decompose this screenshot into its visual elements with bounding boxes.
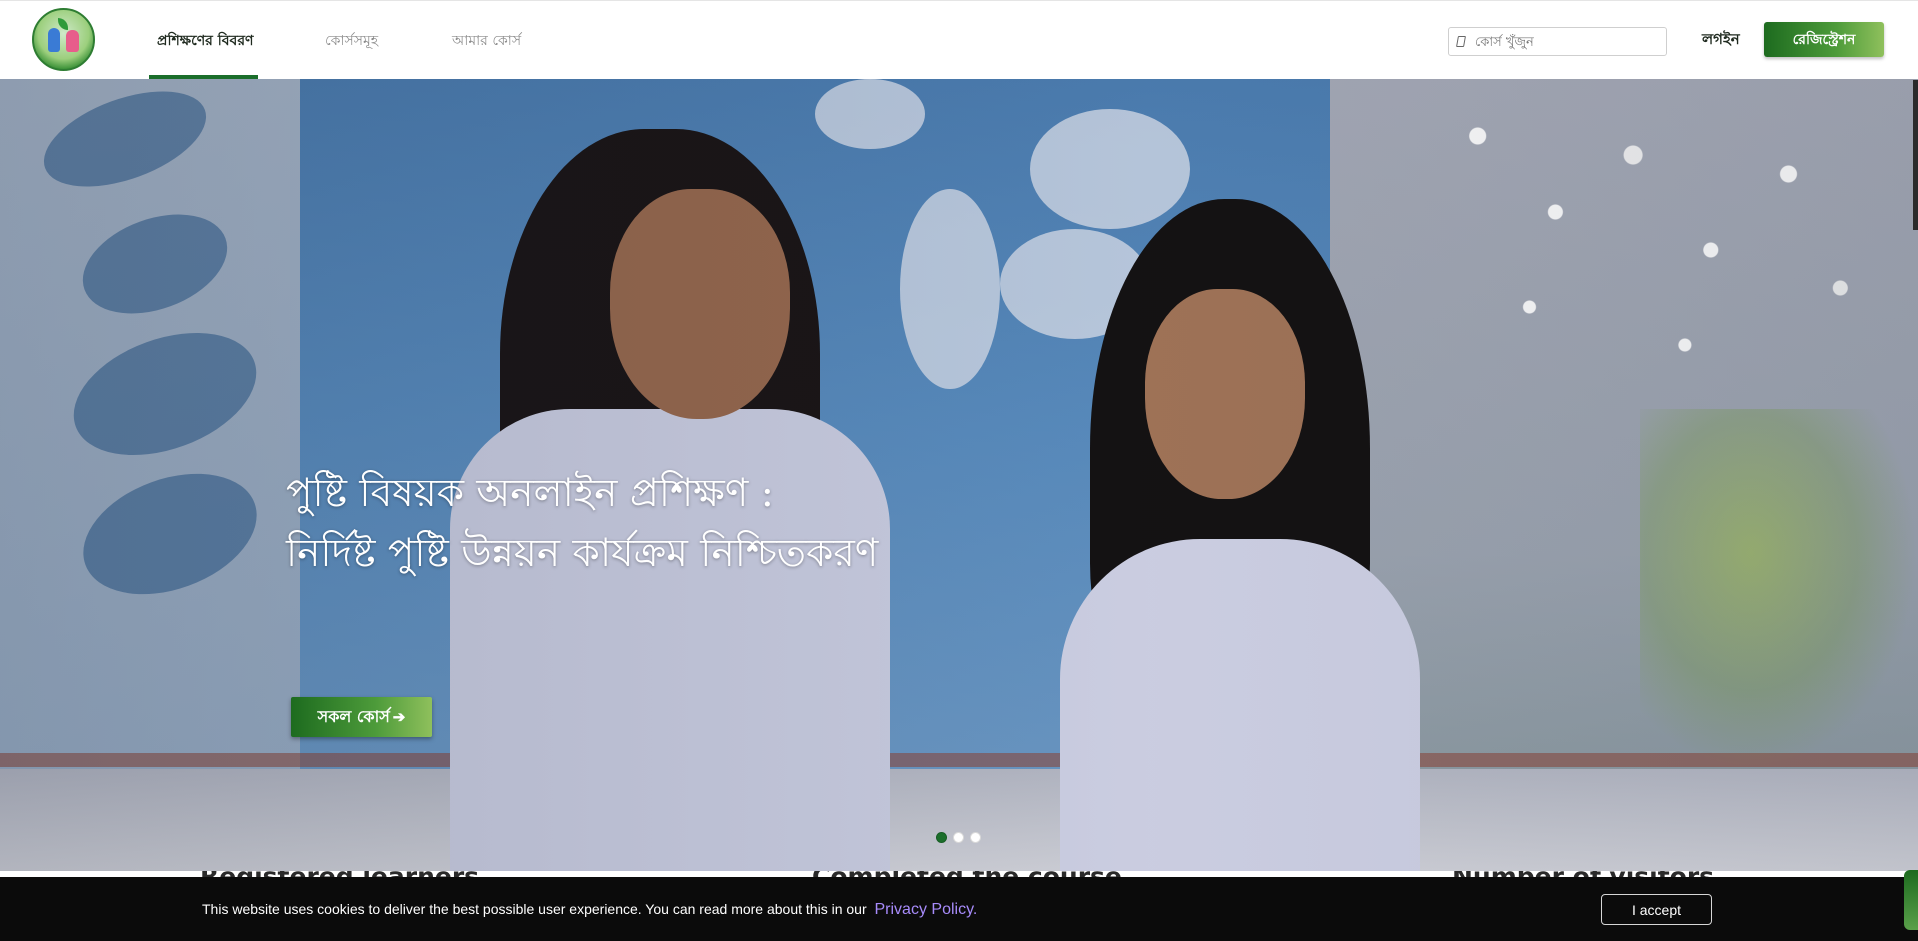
privacy-policy-link[interactable]: Privacy Policy. (875, 901, 978, 918)
nav-my-courses[interactable]: আমার কোর্স (452, 29, 521, 53)
carousel-dot-2[interactable] (953, 832, 964, 843)
cookie-accept-button[interactable]: I accept (1601, 894, 1712, 925)
course-search[interactable] (1448, 27, 1667, 56)
hero-carousel: পুষ্টি বিষয়ক অনলাইন প্রশিক্ষণ : নির্দিষ… (0, 79, 1918, 871)
logo-figure-icon (66, 30, 79, 52)
scrollbar[interactable] (1913, 80, 1918, 230)
carousel-dot-3[interactable] (970, 832, 981, 843)
logo-figure-icon (48, 28, 60, 52)
login-link[interactable]: লগইন (1702, 28, 1740, 53)
cookie-text: This website uses cookies to deliver the… (202, 901, 867, 917)
hero-title-line2: নির্দিষ্ট পুষ্টি উন্নয়ন কার্যক্রম নিশ্চ… (286, 531, 879, 576)
search-icon (1456, 36, 1466, 47)
search-input[interactable] (1475, 32, 1660, 52)
register-button[interactable]: রেজিস্ট্রেশন (1764, 22, 1884, 57)
all-courses-button[interactable]: সকল কোর্স ➔ (291, 697, 432, 737)
all-courses-label: সকল কোর্স (317, 706, 390, 726)
nav-training-details[interactable]: প্রশিক্ষণের বিবরণ (157, 29, 254, 53)
arrow-right-icon: ➔ (392, 708, 406, 726)
top-navbar: প্রশিক্ষণের বিবরণ কোর্সসমূহ আমার কোর্স ল… (0, 0, 1918, 79)
site-logo[interactable] (32, 8, 95, 71)
carousel-dot-1[interactable] (936, 832, 947, 843)
hero-title: পুষ্টি বিষয়ক অনলাইন প্রশিক্ষণ : নির্দিষ… (286, 464, 986, 584)
nav-courses[interactable]: কোর্সসমূহ (325, 29, 378, 53)
hero-title-line1: পুষ্টি বিষয়ক অনলাইন প্রশিক্ষণ : (286, 471, 774, 516)
cookie-message: This website uses cookies to deliver the… (202, 901, 977, 919)
side-widget-tab[interactable] (1904, 870, 1918, 930)
logo-leaf-icon (58, 18, 68, 30)
carousel-indicators (936, 832, 981, 843)
cookie-banner: This website uses cookies to deliver the… (0, 877, 1918, 941)
